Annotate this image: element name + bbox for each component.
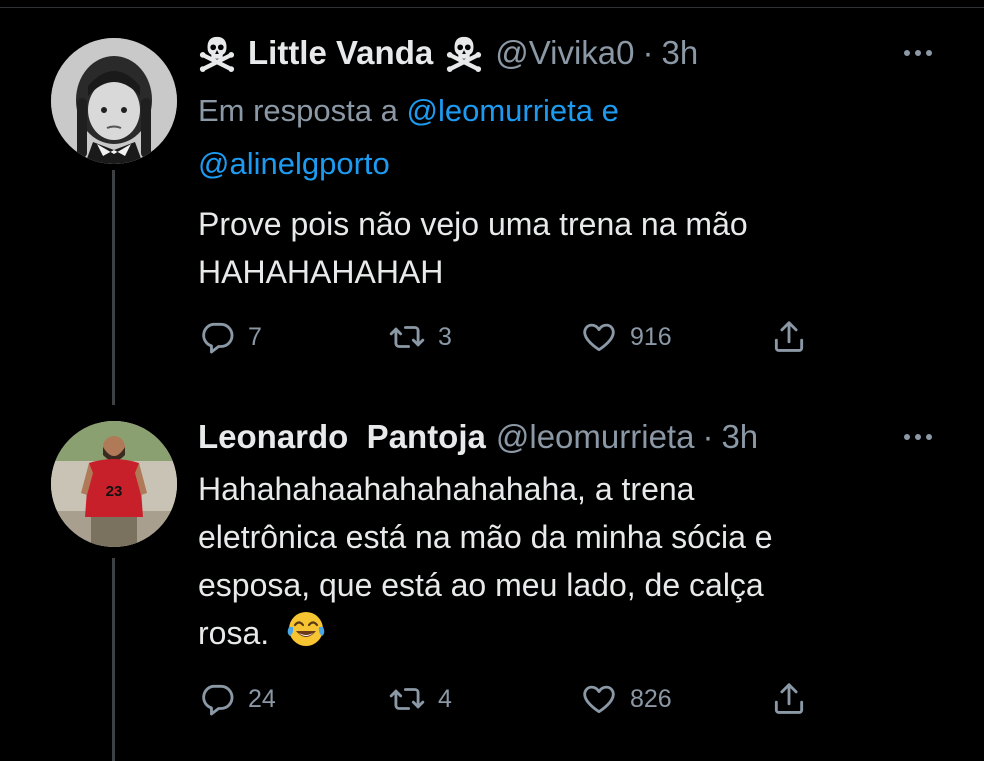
thread-line <box>112 170 115 405</box>
tweet-text-line: Prove pois não vejo uma trena na mão <box>198 206 748 242</box>
retweet-count: 4 <box>438 684 452 713</box>
top-divider <box>0 7 984 8</box>
retweet-icon <box>389 688 425 710</box>
avatar[interactable] <box>51 38 177 164</box>
reply-icon <box>202 322 234 354</box>
tweet-text-line: Hahahahaahahahahahaha, a trena <box>198 471 695 507</box>
like-button[interactable]: 916 <box>580 318 672 356</box>
share-button[interactable] <box>770 318 808 356</box>
separator: · <box>702 418 714 455</box>
display-name[interactable]: Leonardo Pantoja <box>198 418 486 456</box>
skull-crossbones-icon <box>447 36 482 72</box>
svg-text:23: 23 <box>106 483 123 500</box>
handle[interactable]: @leomurrieta <box>496 418 695 456</box>
share-icon <box>774 321 804 352</box>
handle[interactable]: @Vivika0 <box>495 34 634 72</box>
heart-icon <box>583 685 615 714</box>
skull-crossbones-icon <box>199 36 235 72</box>
like-button[interactable]: 826 <box>580 680 672 718</box>
thread-line <box>112 558 115 761</box>
tweet-text: Hahahahaahahahahahaha, a trena eletrônic… <box>198 465 918 662</box>
display-name[interactable]: Little Vanda <box>248 34 433 72</box>
share-icon <box>774 683 804 714</box>
retweet-icon <box>389 326 425 348</box>
reply-button[interactable]: 24 <box>198 680 276 718</box>
reply-context: Em resposta a @leomurrieta e @alinelgpor… <box>198 84 619 190</box>
heart-icon <box>583 323 615 352</box>
retweet-button[interactable]: 3 <box>388 318 452 356</box>
timestamp[interactable]: 3h <box>662 34 699 72</box>
avatar[interactable]: 23 <box>51 421 177 547</box>
reply-mention[interactable]: @leomurrieta <box>407 93 594 128</box>
more-options-icon[interactable] <box>904 50 932 56</box>
reply-mention[interactable]: @alinelgporto <box>198 146 390 181</box>
reply-count: 24 <box>248 684 276 713</box>
tweet-text-line: rosa. <box>198 615 270 651</box>
retweet-button[interactable]: 4 <box>388 680 452 718</box>
reply-joiner: e <box>601 93 619 128</box>
action-bar: 7 3 916 <box>198 318 818 358</box>
like-count: 916 <box>630 322 672 351</box>
avatar-photo: 23 <box>51 421 177 547</box>
tweet-text-line: eletrônica está na mão da minha sócia e <box>198 519 773 555</box>
retweet-count: 3 <box>438 322 452 351</box>
tears-of-joy-emoji-icon <box>286 609 326 662</box>
tweet-header: Little Vanda @Vivika0 · 3h <box>198 31 698 75</box>
tweet-text-line: esposa, que está ao meu lado, de calça <box>198 567 764 603</box>
reply-button[interactable]: 7 <box>198 318 262 356</box>
timestamp[interactable]: 3h <box>721 418 758 456</box>
tweet-text-line: HAHAHAHAHAH <box>198 254 444 290</box>
tweet-text: Prove pois não vejo uma trena na mão HAH… <box>198 200 918 296</box>
reply-prefix: Em resposta a <box>198 93 398 128</box>
reply-icon <box>202 684 234 716</box>
more-options-icon[interactable] <box>904 434 932 440</box>
tweet-header: Leonardo Pantoja @leomurrieta · 3h <box>198 415 758 459</box>
share-button[interactable] <box>770 680 808 718</box>
action-bar: 24 4 826 <box>198 680 818 720</box>
separator: · <box>642 34 654 71</box>
like-count: 826 <box>630 684 672 713</box>
reply-count: 7 <box>248 322 262 351</box>
avatar-photo <box>51 38 177 164</box>
